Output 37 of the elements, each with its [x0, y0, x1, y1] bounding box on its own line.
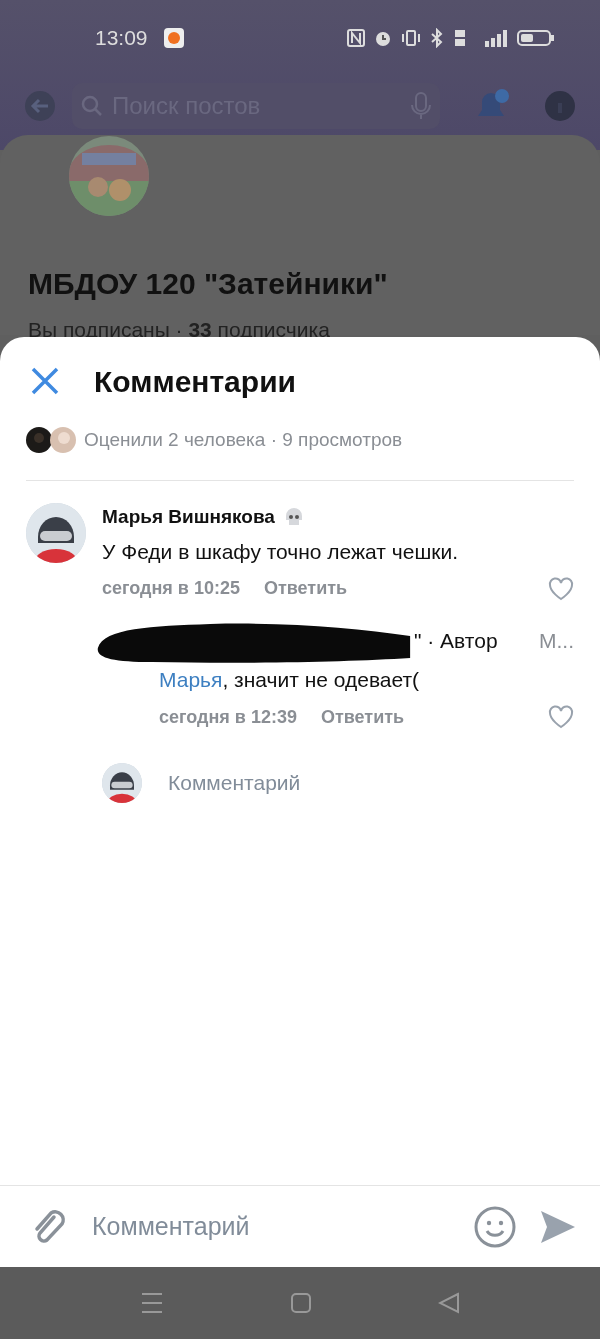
reply-link[interactable]: Ответить: [263, 575, 348, 602]
author-role: " · Автор: [414, 628, 498, 655]
app-notification-icon: [163, 28, 184, 48]
author-name[interactable]: Марья Вишнякова: [102, 503, 275, 532]
mention-link[interactable]: Марья: [159, 668, 223, 691]
close-icon[interactable]: [30, 366, 60, 396]
avatar: [26, 503, 86, 563]
reply-field[interactable]: Комментарий: [166, 765, 441, 800]
subscribers-text: Вы подписаны · 33 подписчика: [28, 317, 330, 343]
status-time: 13:09: [95, 25, 148, 52]
likes-summary[interactable]: Оценили 2 человека · 9 просмотров: [84, 425, 403, 455]
menu-icon[interactable]: [140, 1292, 164, 1314]
bluetooth-icon: [429, 28, 445, 48]
group-name: МБДОУ 120 "Затейники": [28, 266, 388, 302]
comment-field[interactable]: Комментарий: [90, 1206, 450, 1247]
like-icon[interactable]: [548, 576, 574, 601]
home-icon[interactable]: [290, 1292, 312, 1314]
back-icon[interactable]: [438, 1292, 460, 1314]
back-icon[interactable]: [24, 90, 56, 122]
like-icon[interactable]: [548, 705, 574, 729]
avatar: [50, 427, 76, 453]
vibrate-icon: [401, 29, 421, 47]
comment-time: сегодня в 10:25: [102, 577, 240, 600]
info-icon[interactable]: [544, 90, 576, 122]
battery-icon: [517, 28, 555, 48]
emoji-icon[interactable]: [474, 1205, 516, 1248]
microphone-icon[interactable]: [410, 91, 432, 121]
comment-text: Марья, значит не одевает(: [159, 667, 421, 693]
search-icon: [80, 94, 104, 118]
reply-to-name: М...: [539, 628, 574, 655]
sheet-title: Комментарии: [94, 363, 297, 400]
avatar: [26, 427, 52, 453]
comment-text: У Феди в шкафу точно лежат чешки.: [102, 538, 459, 565]
comment-time: сегодня в 12:39: [159, 705, 297, 729]
reply-link[interactable]: Ответить: [320, 703, 405, 731]
avatar: [102, 762, 142, 803]
nfc-icon: [347, 29, 365, 47]
